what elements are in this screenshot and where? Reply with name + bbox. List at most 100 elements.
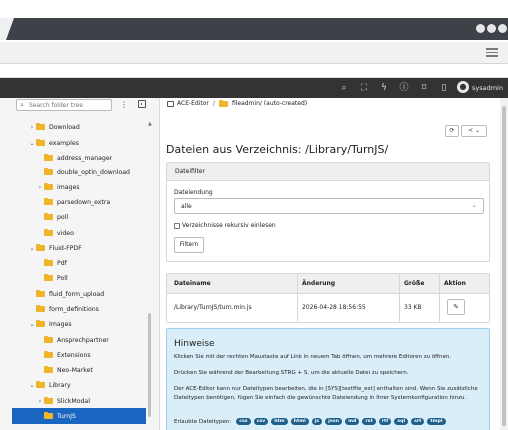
file-type-badge: tmpl [427, 418, 446, 425]
username[interactable]: sysadmin [472, 82, 503, 94]
chevron-icon[interactable]: ⌄ [28, 140, 36, 147]
hints-heading: Hinweise [174, 339, 215, 349]
tree-node-extensions[interactable]: Extensions [36, 347, 148, 363]
folder-icon [44, 351, 53, 358]
file-type-badge: md [345, 418, 360, 425]
window-control-dot[interactable] [498, 24, 507, 33]
tree-node-turnjs[interactable]: TurnJS [12, 408, 146, 424]
file-type-badge: css [236, 418, 251, 425]
chevron-icon[interactable]: › [28, 124, 36, 131]
tree-node-fluid-fpdf[interactable]: ⌄ Fluid-FPDF [28, 240, 148, 256]
help-icon[interactable]: ⓘ [398, 82, 410, 94]
fullscreen-icon[interactable]: ⛶ [358, 82, 370, 94]
chevron-icon[interactable]: › [36, 398, 44, 405]
search-input[interactable] [29, 101, 109, 110]
flash-icon[interactable]: ϟ [378, 82, 390, 94]
share-button[interactable]: ≺ ⌄ [461, 125, 487, 137]
tree-node-label: parsedown_extra [57, 198, 111, 206]
tree-node-parsedown-extra[interactable]: parsedown_extra [36, 194, 148, 210]
window-control-dot[interactable] [476, 24, 485, 33]
tree-node-download[interactable]: › Download [28, 119, 148, 135]
column-header: Änderung [302, 280, 336, 287]
tree-search[interactable]: ⌕ [16, 99, 112, 111]
tree-node-label: video [57, 229, 74, 237]
collapse-tree-icon[interactable] [138, 100, 146, 108]
breadcrumb-path[interactable]: fileadmin/ (auto-created) [232, 100, 307, 107]
panel-heading: Dateifilter [167, 163, 489, 181]
chevron-down-icon: ⌄ [471, 202, 477, 209]
folder-icon [36, 244, 45, 251]
tree-node-label: images [57, 183, 80, 191]
folder-icon [36, 381, 45, 388]
browser-tab[interactable] [0, 18, 15, 40]
chevron-icon[interactable]: ⌄ [28, 382, 36, 389]
file-type-badge: srt [411, 418, 425, 425]
chevron-icon[interactable]: ⌄ [28, 245, 36, 252]
tree-node-neo-market[interactable]: Neo-Market [36, 362, 148, 378]
filter-button[interactable]: Filtern [174, 237, 204, 253]
chevron-icon[interactable]: › [36, 184, 44, 191]
folder-icon [44, 213, 53, 220]
file-table: Dateiname Änderung Größe Aktion /Library… [166, 273, 490, 323]
tree-node-examples[interactable]: ⌄ examples [28, 135, 148, 151]
tree-node-poll-2[interactable]: Poll [36, 270, 148, 286]
tree-node-label: poll [57, 213, 69, 221]
browser-address-bar[interactable] [0, 42, 508, 64]
folder-icon [44, 198, 53, 205]
hint-text: Der ACE-Editor kann nur Dateitypen bearb… [174, 386, 478, 401]
tree-node-images-root[interactable]: ⌄ Images [28, 316, 148, 332]
more-icon[interactable]: ⋮ [120, 99, 128, 111]
tree-node-poll[interactable]: poll [36, 209, 148, 225]
edit-icon: ✎ [453, 303, 459, 311]
tree-node-label: form_definitions [49, 305, 99, 313]
folder-icon [44, 154, 53, 161]
window-control-dot[interactable] [487, 24, 496, 33]
bookmark-icon[interactable]: ⌑ [418, 82, 430, 94]
file-type-badge: sql [394, 418, 409, 425]
doc-header: ACE-Editor / fileadmin/ (auto-created) [161, 98, 500, 112]
tree-node-ansprechpartner[interactable]: Ansprechpartner [36, 332, 148, 348]
tree-node-library[interactable]: ⌄ Library [28, 377, 148, 393]
allowed-types-label: Erlaubte Dateitypen: [174, 418, 232, 425]
scroll-up-icon[interactable]: ▲ [148, 121, 152, 127]
tree-node-slickmodal[interactable]: › SlickModal [36, 393, 148, 409]
file-size: 33 KB [404, 304, 422, 311]
search-icon[interactable]: ⌕ [338, 82, 350, 94]
document-icon[interactable]: ▯ [438, 82, 450, 94]
folder-icon [44, 366, 53, 373]
browser-menu-icon[interactable] [486, 46, 498, 58]
breadcrumb: ACE-Editor / fileadmin/ (auto-created) [167, 99, 307, 107]
column-header: Aktion [444, 280, 466, 287]
reload-button[interactable]: ⟳ [445, 125, 459, 137]
table-row: /Library/TurnJS/turn.min.js 2026-04-28 1… [167, 294, 489, 322]
folder-icon [44, 336, 53, 343]
tree-node-label: Ansprechpartner [57, 336, 109, 344]
search-icon: ⌕ [20, 101, 24, 109]
content-scrollbar[interactable] [500, 98, 508, 430]
chevron-icon[interactable]: ⌄ [28, 321, 36, 328]
browser-toolbar [0, 64, 508, 78]
recursive-checkbox[interactable] [174, 223, 180, 229]
tree-node-label: Poll [57, 274, 68, 282]
extension-select[interactable]: alle ⌄ [174, 198, 484, 214]
user-avatar[interactable]: ● [457, 81, 469, 93]
backend-topbar: ⌕ ⛶ ϟ ⓘ ⌑ ▯ ● sysadmin [0, 78, 508, 98]
tree-node-pdf[interactable]: Pdf [36, 255, 148, 271]
folder-icon [36, 305, 45, 312]
tree-scrollbar[interactable] [148, 313, 151, 417]
tree-node-form-definitions[interactable]: form_definitions [28, 301, 148, 317]
folder-icon [44, 259, 53, 266]
scrollbar-thumb[interactable] [502, 106, 506, 426]
page-title: Dateien aus Verzeichnis: /Library/TurnJS… [166, 143, 389, 156]
edit-file-button[interactable]: ✎ [447, 299, 465, 315]
breadcrumb-separator: / [212, 100, 215, 107]
tree-node-video[interactable]: video [36, 225, 148, 241]
tree-node-double-optin-download[interactable]: double_optin_download [36, 164, 148, 180]
tree-node-label: double_optin_download [57, 168, 130, 176]
folder-icon [36, 123, 45, 130]
tree-node-fluid-form-upload[interactable]: fluid_form_upload [28, 286, 148, 302]
breadcrumb-module[interactable]: ACE-Editor [177, 100, 209, 107]
tree-node-images[interactable]: › images [36, 179, 148, 195]
allowed-types: Erlaubte Dateitypen: css csv htm html js… [174, 418, 446, 425]
tree-toolbar: ⌕ ⋮ [0, 98, 159, 116]
